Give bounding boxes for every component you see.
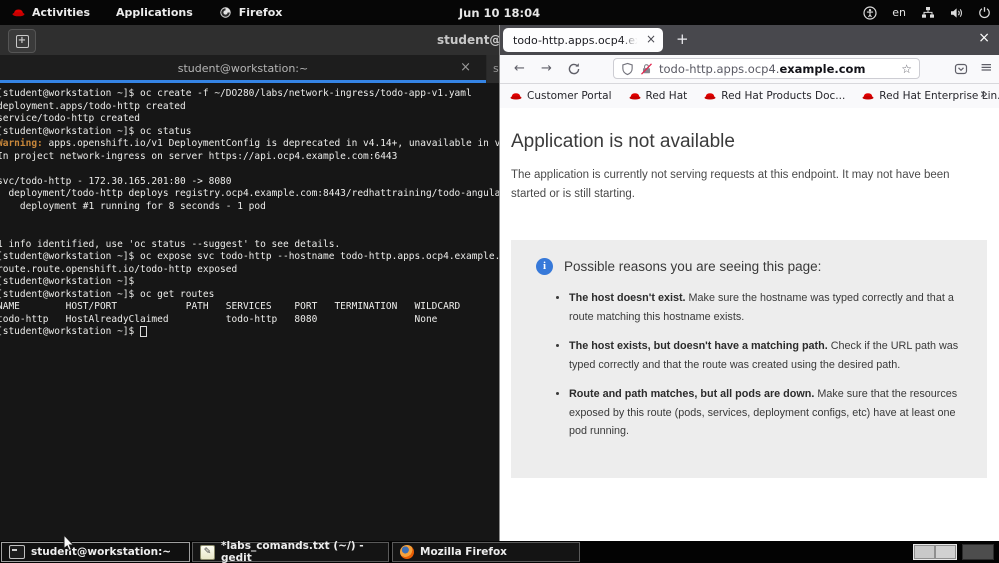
info-icon: i bbox=[536, 258, 553, 275]
reason-item: The host exists, but doesn't have a matc… bbox=[569, 337, 959, 374]
terminal-new-tab-button[interactable]: + bbox=[8, 29, 36, 53]
bookmark-red-hat[interactable]: Red Hat bbox=[629, 90, 688, 102]
firefox-nav-bar: ← → todo-http.apps.ocp4.example.com ☆ ≡ bbox=[500, 55, 999, 84]
reload-button[interactable] bbox=[567, 62, 581, 76]
bookmarks-overflow-chevron[interactable]: » bbox=[980, 87, 988, 102]
firefox-window: todo-http.apps.ocp4.exampl × + × ← → tod… bbox=[499, 25, 999, 541]
keyboard-layout-indicator[interactable]: en bbox=[892, 6, 906, 19]
terminal-tab-second-partial[interactable]: s bbox=[487, 55, 499, 83]
error-page: Application is not available The applica… bbox=[500, 108, 999, 541]
accessibility-icon[interactable] bbox=[863, 6, 877, 20]
reason-item: Route and path matches, but all pods are… bbox=[569, 385, 959, 441]
terminal-tab-label: student@workstation:~ bbox=[0, 62, 486, 75]
url-bar[interactable]: todo-http.apps.ocp4.example.com ☆ bbox=[613, 58, 920, 79]
bookmark-products-doc[interactable]: Red Hat Products Doc... bbox=[704, 90, 845, 102]
hamburger-menu-icon[interactable]: ≡ bbox=[980, 60, 993, 75]
taskbar-item-firefox[interactable]: Mozilla Firefox bbox=[392, 542, 580, 562]
redhat-favicon bbox=[704, 92, 716, 101]
redhat-favicon bbox=[862, 92, 874, 101]
new-tab-button[interactable]: + bbox=[676, 30, 689, 48]
taskbar-label: student@workstation:~ bbox=[31, 546, 171, 558]
gedit-icon: ✎ bbox=[200, 545, 215, 560]
gnome-top-bar: Activities Applications Firefox Jun 10 1… bbox=[0, 0, 999, 25]
bookmark-customer-portal[interactable]: Customer Portal bbox=[510, 90, 612, 102]
tracking-shield-icon[interactable] bbox=[621, 62, 634, 76]
terminal-tab-bar: student@workstation:~ × s bbox=[0, 55, 499, 83]
page-subtitle: The application is currently not serving… bbox=[511, 166, 973, 204]
window-close-button[interactable]: × bbox=[978, 30, 990, 46]
insecure-lock-icon[interactable] bbox=[640, 62, 653, 76]
tab-title-fade bbox=[621, 29, 643, 51]
terminal-headerbar: + student@workstation:~ bbox=[0, 25, 499, 55]
bookmark-enterprise-linux[interactable]: Red Hat Enterprise Lin... bbox=[862, 90, 999, 102]
bookmark-label: Red Hat Products Doc... bbox=[721, 90, 845, 102]
terminal-content: [student@workstation ~]$ oc create -f ~/… bbox=[0, 83, 499, 541]
bookmark-label: Customer Portal bbox=[527, 90, 612, 102]
bookmark-label: Red Hat bbox=[646, 90, 688, 102]
pocket-save-icon[interactable] bbox=[954, 62, 968, 76]
taskbar-item-gedit[interactable]: ✎ *labs_comands.txt (~/) - gedit bbox=[192, 542, 389, 562]
network-icon[interactable] bbox=[921, 6, 935, 19]
taskbar-label: Mozilla Firefox bbox=[420, 546, 507, 558]
new-tab-icon: + bbox=[16, 35, 29, 48]
power-icon[interactable] bbox=[978, 6, 991, 19]
workspace-switcher-other[interactable] bbox=[962, 544, 994, 560]
redhat-favicon bbox=[629, 92, 641, 101]
bookmarks-bar: Customer Portal Red Hat Red Hat Products… bbox=[500, 84, 999, 109]
url-domain: example.com bbox=[779, 62, 865, 76]
desktop: Activities Applications Firefox Jun 10 1… bbox=[0, 0, 999, 563]
url-subdomain: todo-http.apps.ocp4. bbox=[659, 62, 779, 76]
reasons-list: The host doesn't exist. Make sure the ho… bbox=[511, 289, 959, 441]
bookmark-star-icon[interactable]: ☆ bbox=[901, 62, 912, 76]
tab-close-icon[interactable]: × bbox=[646, 33, 656, 46]
taskbar-item-terminal[interactable]: student@workstation:~ bbox=[1, 542, 190, 562]
reasons-box-title: Possible reasons you are seeing this pag… bbox=[564, 259, 821, 274]
possible-reasons-box: i Possible reasons you are seeing this p… bbox=[511, 240, 987, 478]
reason-item: The host doesn't exist. Make sure the ho… bbox=[569, 289, 959, 326]
forward-button[interactable]: → bbox=[541, 61, 552, 76]
page-title: Application is not available bbox=[511, 131, 735, 153]
browser-tab[interactable]: todo-http.apps.ocp4.exampl × bbox=[503, 28, 663, 52]
window-list-taskbar: student@workstation:~ ✎ *labs_comands.tx… bbox=[0, 541, 999, 563]
terminal-tab-close-icon[interactable]: × bbox=[460, 61, 471, 74]
firefox-tab-strip: todo-http.apps.ocp4.exampl × + × bbox=[500, 25, 999, 55]
terminal-window: + student@workstation:~ student@workstat… bbox=[0, 25, 499, 541]
redhat-favicon bbox=[510, 92, 522, 101]
clock[interactable]: Jun 10 18:04 bbox=[0, 0, 999, 25]
terminal-tab-active[interactable]: student@workstation:~ × bbox=[0, 55, 486, 83]
taskbar-label: *labs_comands.txt (~/) - gedit bbox=[221, 540, 381, 563]
volume-icon[interactable] bbox=[950, 7, 963, 19]
terminal-icon bbox=[9, 545, 25, 559]
terminal-window-title: student@workstation:~ bbox=[437, 33, 499, 47]
workspace-switcher-current[interactable] bbox=[913, 544, 957, 560]
terminal-output: [student@workstation ~]$ oc create -f ~/… bbox=[0, 83, 499, 339]
firefox-icon bbox=[400, 545, 414, 559]
back-button[interactable]: ← bbox=[514, 61, 525, 76]
url-text: todo-http.apps.ocp4.example.com bbox=[659, 62, 895, 76]
